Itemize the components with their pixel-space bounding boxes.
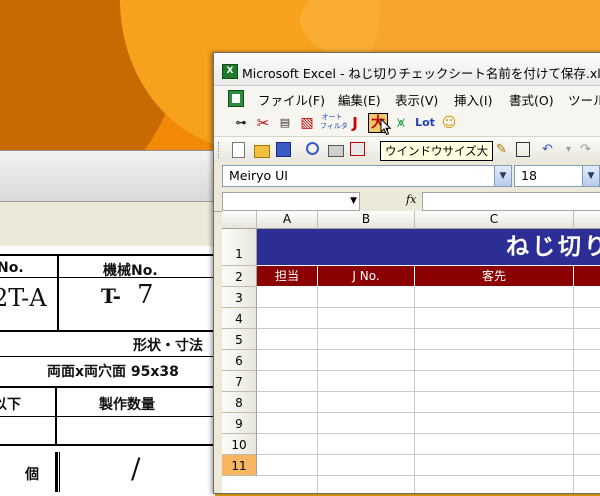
clipboard-icon[interactable] [516, 142, 530, 157]
print-red-icon[interactable] [350, 142, 365, 156]
key-icon[interactable]: ⊶ [232, 114, 250, 132]
handwritten-prefix: T- [101, 284, 121, 308]
handwritten-number: 7 [137, 280, 154, 310]
row-header[interactable]: 4 [222, 308, 257, 329]
new-icon[interactable] [232, 142, 245, 158]
menu-edit[interactable]: 編集(E) [338, 90, 381, 109]
sheet-title-banner[interactable]: ねじ切り [257, 229, 600, 265]
autofilter-icon[interactable]: オート フィルタ [320, 113, 348, 131]
machine-no-label: 機械No. [103, 263, 158, 279]
fx-icon[interactable]: fx [406, 193, 416, 206]
autofilter-label-bottom: フィルタ [320, 122, 348, 130]
column-header-a[interactable]: A [257, 211, 318, 229]
undo-icon[interactable]: ↶ [542, 142, 558, 158]
no-label: No. [0, 260, 24, 276]
name-box[interactable]: ▼ [222, 192, 360, 211]
shape-value: 両面x両穴面 95x38 [47, 364, 179, 380]
row-header[interactable]: 8 [222, 392, 257, 413]
menu-bar: ファイル(F) 編集(E) 表示(V) 挿入(I) 書式(O) ツール [214, 86, 600, 110]
shape-label: 形状・寸法 [133, 338, 203, 354]
font-name-value: Meiryo UI [229, 168, 288, 183]
font-size-value: 18 [521, 168, 537, 183]
excel-window[interactable]: X Microsoft Excel - ねじ切りチェックシート名前を付けて保存.… [213, 52, 600, 494]
menu-view[interactable]: 表示(V) [395, 90, 438, 109]
handwritten-slash: / [131, 452, 141, 485]
header-cell-customer[interactable]: 客先 [415, 266, 574, 286]
document-viewer-window[interactable]: No. 機械No. 2T-A T- 7 形状・寸法 両面x両穴面 95x38 以… [0, 150, 226, 496]
menu-tools[interactable]: ツール [568, 90, 600, 109]
header-cell-j-no[interactable]: J No. [318, 266, 415, 286]
formatting-toolbar: Meiryo UI ▼ 18 ▼ [214, 162, 600, 190]
j-button[interactable]: J [346, 114, 364, 132]
row-header[interactable]: 6 [222, 350, 257, 371]
row-header[interactable]: 9 [222, 413, 257, 434]
workbook-icon[interactable] [228, 90, 244, 107]
menu-insert[interactable]: 挿入(I) [454, 90, 492, 109]
open-icon[interactable] [254, 145, 270, 158]
split-icon[interactable]: ▤ [276, 114, 294, 132]
menu-file[interactable]: ファイル(F) [258, 90, 325, 109]
font-name-select[interactable]: Meiryo UI ▼ [222, 165, 512, 187]
unit-label: 個 [25, 467, 39, 483]
chevron-down-icon[interactable]: ▼ [582, 166, 599, 186]
row-header[interactable]: 5 [222, 329, 257, 350]
formula-input[interactable] [422, 192, 600, 211]
worksheet-grid[interactable]: A B C 1 2 3 4 5 6 7 8 9 10 11 ねじ切り 担当 J … [222, 211, 600, 493]
custom-toolbar: ⊶ ✂ ▤ ▧ オート フィルタ J 大 ⩙ Lot ☺ [214, 110, 600, 136]
handwritten-model: 2T-A [0, 284, 47, 312]
redo-icon[interactable]: ↷ [580, 142, 596, 158]
chevron-down-icon[interactable]: ▼ [494, 166, 511, 186]
chevron-down-icon[interactable]: ▼ [350, 193, 357, 210]
toolbar-grip[interactable] [218, 142, 222, 158]
print-icon[interactable] [328, 145, 344, 157]
header-cell-d[interactable] [574, 266, 600, 286]
column-header-d[interactable] [574, 211, 600, 229]
select-all-corner[interactable] [222, 211, 257, 229]
save-icon[interactable] [276, 142, 291, 157]
tree-icon[interactable]: ⩙ [392, 114, 410, 132]
tooltip: ウインドウサイズ大 [380, 141, 494, 161]
formula-bar: ▼ fx [214, 191, 600, 212]
autofilter-label-top: オート [321, 113, 343, 121]
row-header[interactable]: 3 [222, 287, 257, 308]
lot-button[interactable]: Lot [412, 114, 438, 132]
viewer-toolbar [0, 151, 225, 202]
row-header[interactable]: 1 [222, 229, 257, 266]
column-header-c[interactable]: C [415, 211, 574, 229]
menu-format[interactable]: 書式(O) [509, 90, 554, 109]
scissors-cancel-icon[interactable]: ✂ [254, 114, 272, 132]
row-header-selected[interactable]: 11 [222, 455, 257, 476]
below-label: 以下 [0, 397, 21, 413]
font-size-select[interactable]: 18 ▼ [514, 165, 600, 187]
smiley-icon[interactable]: ☺ [440, 114, 458, 132]
row-header[interactable]: 7 [222, 371, 257, 392]
remove-filter-icon[interactable]: ▧ [298, 114, 316, 132]
mouse-cursor-icon [380, 118, 392, 136]
print-preview-icon[interactable] [306, 142, 319, 155]
row-header[interactable]: 2 [222, 266, 257, 287]
header-cell-staff[interactable]: 担当 [257, 266, 318, 286]
paper-form: No. 機械No. 2T-A T- 7 形状・寸法 両面x両穴面 95x38 以… [0, 246, 215, 496]
row-header[interactable]: 10 [222, 434, 257, 455]
column-header-b[interactable]: B [318, 211, 415, 229]
quantity-label: 製作数量 [99, 397, 155, 413]
window-title: Microsoft Excel - ねじ切りチェックシート名前を付けて保存.xl… [242, 66, 600, 81]
title-bar[interactable]: X Microsoft Excel - ねじ切りチェックシート名前を付けて保存.… [214, 53, 600, 86]
format-painter-icon[interactable]: ✎ [496, 142, 512, 158]
excel-app-icon[interactable]: X [222, 64, 238, 79]
